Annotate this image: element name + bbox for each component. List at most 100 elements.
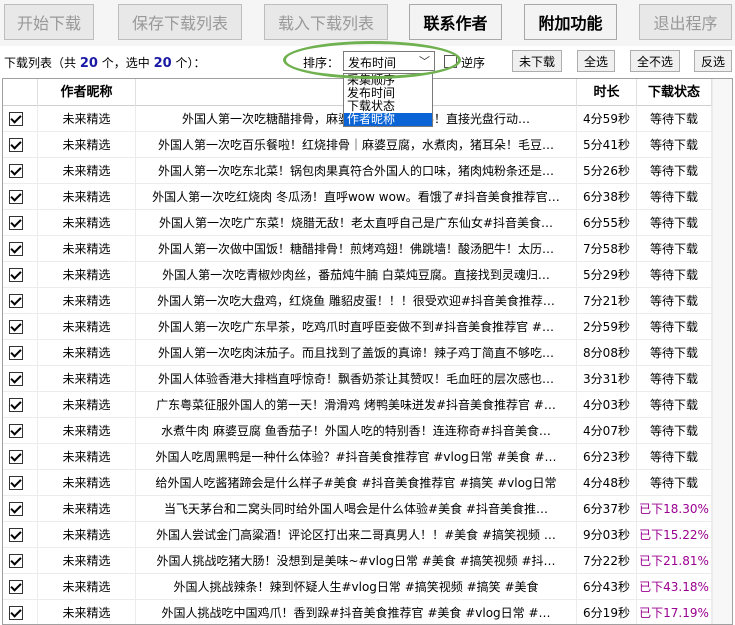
row-checkbox[interactable] — [9, 398, 23, 412]
header-author[interactable]: 作者昵称 — [38, 79, 136, 106]
row-status: 等待下载 — [637, 366, 712, 392]
row-status: 已下17.19% — [637, 600, 712, 624]
row-author: 未来精选 — [38, 470, 136, 496]
table-row[interactable]: 未来精选 外国人吃周黑鸭是一种什么体验？#抖音美食推荐官 #vlog日常 #美食 … — [3, 444, 732, 470]
row-title: 外国人第一次吃东北菜！锅包肉果真符合外国人的口味，猪肉炖粉条还是… — [136, 158, 577, 184]
row-checkbox[interactable] — [9, 164, 23, 178]
row-status: 等待下载 — [637, 288, 712, 314]
row-duration: 4分59秒 — [577, 106, 637, 132]
row-checkbox[interactable] — [9, 242, 23, 256]
table-row[interactable]: 未来精选 外国人第一次吃百乐餐啦！红烧排骨｜麻婆豆腐，水煮肉，猪耳朵！毛豆… 5分4… — [3, 132, 732, 158]
table-row[interactable]: 未来精选 当飞天茅台和二窝头同时给外国人喝会是什么体验#美食 #抖音美食推… 6分3… — [3, 496, 732, 522]
exit-program-button[interactable]: 退出程序 — [639, 4, 732, 40]
table-row[interactable]: 未来精选 外国人第一次吃大盘鸡，红烧鱼 雕貂皮蛋！！！很受欢迎#抖音美食推荐… 7分… — [3, 288, 732, 314]
row-status: 等待下载 — [637, 158, 712, 184]
row-checkbox[interactable] — [9, 216, 23, 230]
row-title: 外国人体验香港大排档直呼惊奇！飘香奶茶让其赞叹！毛血旺的层次感也… — [136, 366, 577, 392]
row-checkbox-cell — [3, 496, 38, 522]
table-row[interactable]: 未来精选 外国人体验香港大排档直呼惊奇！飘香奶茶让其赞叹！毛血旺的层次感也… 3分3… — [3, 366, 732, 392]
table-row[interactable]: 未来精选 广东粤菜征服外国人的第一天！滑滑鸡 烤鸭美味迸发#抖音美食推荐官 #… 4… — [3, 392, 732, 418]
row-duration: 6分55秒 — [577, 210, 637, 236]
row-checkbox[interactable] — [9, 320, 23, 334]
row-status: 等待下载 — [637, 184, 712, 210]
row-status: 等待下载 — [637, 444, 712, 470]
download-list-summary: 下载列表（共 20 个，选中 20 个）： — [4, 56, 206, 71]
table-row[interactable]: 未来精选 外国人挑战吃猪大肠！没想到是美味~#vlog日常 #美食 #搞笑视频 #… — [3, 548, 732, 574]
row-checkbox[interactable] — [9, 112, 23, 126]
row-checkbox[interactable] — [9, 294, 23, 308]
row-duration: 8分08秒 — [577, 340, 637, 366]
row-checkbox[interactable] — [9, 554, 23, 568]
header-status[interactable]: 下载状态 — [637, 79, 712, 106]
row-author: 未来精选 — [38, 132, 136, 158]
save-download-list-button[interactable]: 保存下载列表 — [118, 4, 242, 40]
row-title: 水煮牛肉 麻婆豆腐 鱼香茄子！外国人吃的特别香！连连称奇#抖音美食… — [136, 418, 577, 444]
load-download-list-button[interactable]: 载入下载列表 — [264, 4, 388, 40]
row-checkbox-cell — [3, 106, 38, 132]
row-status: 等待下载 — [637, 132, 712, 158]
row-author: 未来精选 — [38, 366, 136, 392]
row-checkbox[interactable] — [9, 580, 23, 594]
invert-selection-button[interactable]: 反选 — [694, 50, 732, 72]
contact-author-button[interactable]: 联系作者 — [409, 4, 502, 40]
row-checkbox[interactable] — [9, 450, 23, 464]
row-duration: 7分21秒 — [577, 288, 637, 314]
table-row[interactable]: 未来精选 外国人第一次吃青椒炒肉丝，番茄炖牛腩 白菜炖豆腐。直接找到灵魂归… 5分2… — [3, 262, 732, 288]
row-title: 外国人第一次吃广东早茶，吃鸡爪时直呼臣妾做不到#抖音美食推荐官 #… — [136, 314, 577, 340]
table-row[interactable]: 未来精选 水煮牛肉 麻婆豆腐 鱼香茄子！外国人吃的特别香！连连称奇#抖音美食… 4分… — [3, 418, 732, 444]
row-duration: 6分23秒 — [577, 444, 637, 470]
row-checkbox-cell — [3, 366, 38, 392]
row-status: 等待下载 — [637, 392, 712, 418]
row-checkbox[interactable] — [9, 372, 23, 386]
table-row[interactable]: 未来精选 外国人第一次吃广东菜！烧腊无敌！老太直呼自己是广东仙女#抖音美食… 6分5… — [3, 210, 732, 236]
row-checkbox-cell — [3, 340, 38, 366]
row-checkbox[interactable] — [9, 476, 23, 490]
table-row[interactable]: 未来精选 外国人挑战辣条！辣到怀疑人生#vlog日常 #搞笑视频 #搞笑 #美食 6… — [3, 574, 732, 600]
row-title: 外国人第一次吃百乐餐啦！红烧排骨｜麻婆豆腐，水煮肉，猪耳朵！毛豆… — [136, 132, 577, 158]
table-row[interactable]: 未来精选 外国人第一次吃肉沫茄子。而且找到了盖饭的真谛！辣子鸡丁简直不够吃… 8分0… — [3, 340, 732, 366]
vertical-scrollbar[interactable] — [712, 79, 732, 624]
row-status: 等待下载 — [637, 418, 712, 444]
row-author: 未来精选 — [38, 288, 136, 314]
row-checkbox[interactable] — [9, 268, 23, 282]
header-duration[interactable]: 时长 — [577, 79, 637, 106]
reverse-checkbox[interactable] — [444, 55, 457, 68]
select-none-button[interactable]: 全不选 — [630, 50, 680, 72]
row-author: 未来精选 — [38, 418, 136, 444]
not-downloaded-button[interactable]: 未下载 — [512, 50, 562, 72]
row-checkbox-cell — [3, 444, 38, 470]
row-author: 未来精选 — [38, 158, 136, 184]
row-checkbox[interactable] — [9, 138, 23, 152]
row-checkbox[interactable] — [9, 424, 23, 438]
extra-functions-button[interactable]: 附加功能 — [524, 4, 617, 40]
row-checkbox[interactable] — [9, 502, 23, 516]
table-row[interactable]: 未来精选 外国人第一次吃东北菜！锅包肉果真符合外国人的口味，猪肉炖粉条还是… 5分2… — [3, 158, 732, 184]
table-row[interactable]: 未来精选 外国人第一次吃红烧肉 冬瓜汤！直呼wow wow。看饿了#抖音美食推荐官… — [3, 184, 732, 210]
row-status: 等待下载 — [637, 262, 712, 288]
sort-select[interactable]: 发布时间 ﹀ — [343, 51, 435, 71]
row-checkbox[interactable] — [9, 528, 23, 542]
table-row[interactable]: 未来精选 给外国人吃酱猪蹄会是什么样子#美食 #抖音美食推荐官 #搞笑 #vlog… — [3, 470, 732, 496]
row-checkbox[interactable] — [9, 606, 23, 620]
main-toolbar: 开始下载 保存下载列表 载入下载列表 联系作者 附加功能 退出程序 — [0, 0, 735, 46]
row-author: 未来精选 — [38, 236, 136, 262]
sort-option[interactable]: 作者昵称 — [344, 113, 432, 126]
row-checkbox-cell — [3, 600, 38, 624]
row-duration: 4分07秒 — [577, 418, 637, 444]
table-row[interactable]: 未来精选 外国人挑战吃中国鸡爪！香到跺#抖音美食推荐官 #美食 #vlog日常 #… — [3, 600, 732, 624]
table-row[interactable]: 未来精选 外国人第一次吃广东早茶，吃鸡爪时直呼臣妾做不到#抖音美食推荐官 #… 2分… — [3, 314, 732, 340]
row-checkbox[interactable] — [9, 346, 23, 360]
table-row[interactable]: 未来精选 外国人尝试金门高粱酒！评论区打出来二哥真男人！！#美食 #搞笑视频 … 9… — [3, 522, 732, 548]
row-author: 未来精选 — [38, 522, 136, 548]
row-status: 已下43.18% — [637, 574, 712, 600]
row-status: 等待下载 — [637, 236, 712, 262]
start-download-button[interactable]: 开始下载 — [4, 4, 94, 40]
row-author: 未来精选 — [38, 392, 136, 418]
row-status: 等待下载 — [637, 314, 712, 340]
select-all-button[interactable]: 全选 — [577, 50, 615, 72]
row-checkbox-cell — [3, 548, 38, 574]
download-list-table: 作者昵称 作品 时长 下载状态 未来精选外国人第一次吃糖醋排骨，麻婆葱酱一人炒盘… — [2, 78, 733, 625]
row-checkbox[interactable] — [9, 190, 23, 204]
table-row[interactable]: 未来精选 外国人第一次做中国饭！糖醋排骨！煎烤鸡翅！佛跳墙！酸汤肥牛！太历… 7分5… — [3, 236, 732, 262]
row-duration: 6分37秒 — [577, 496, 637, 522]
